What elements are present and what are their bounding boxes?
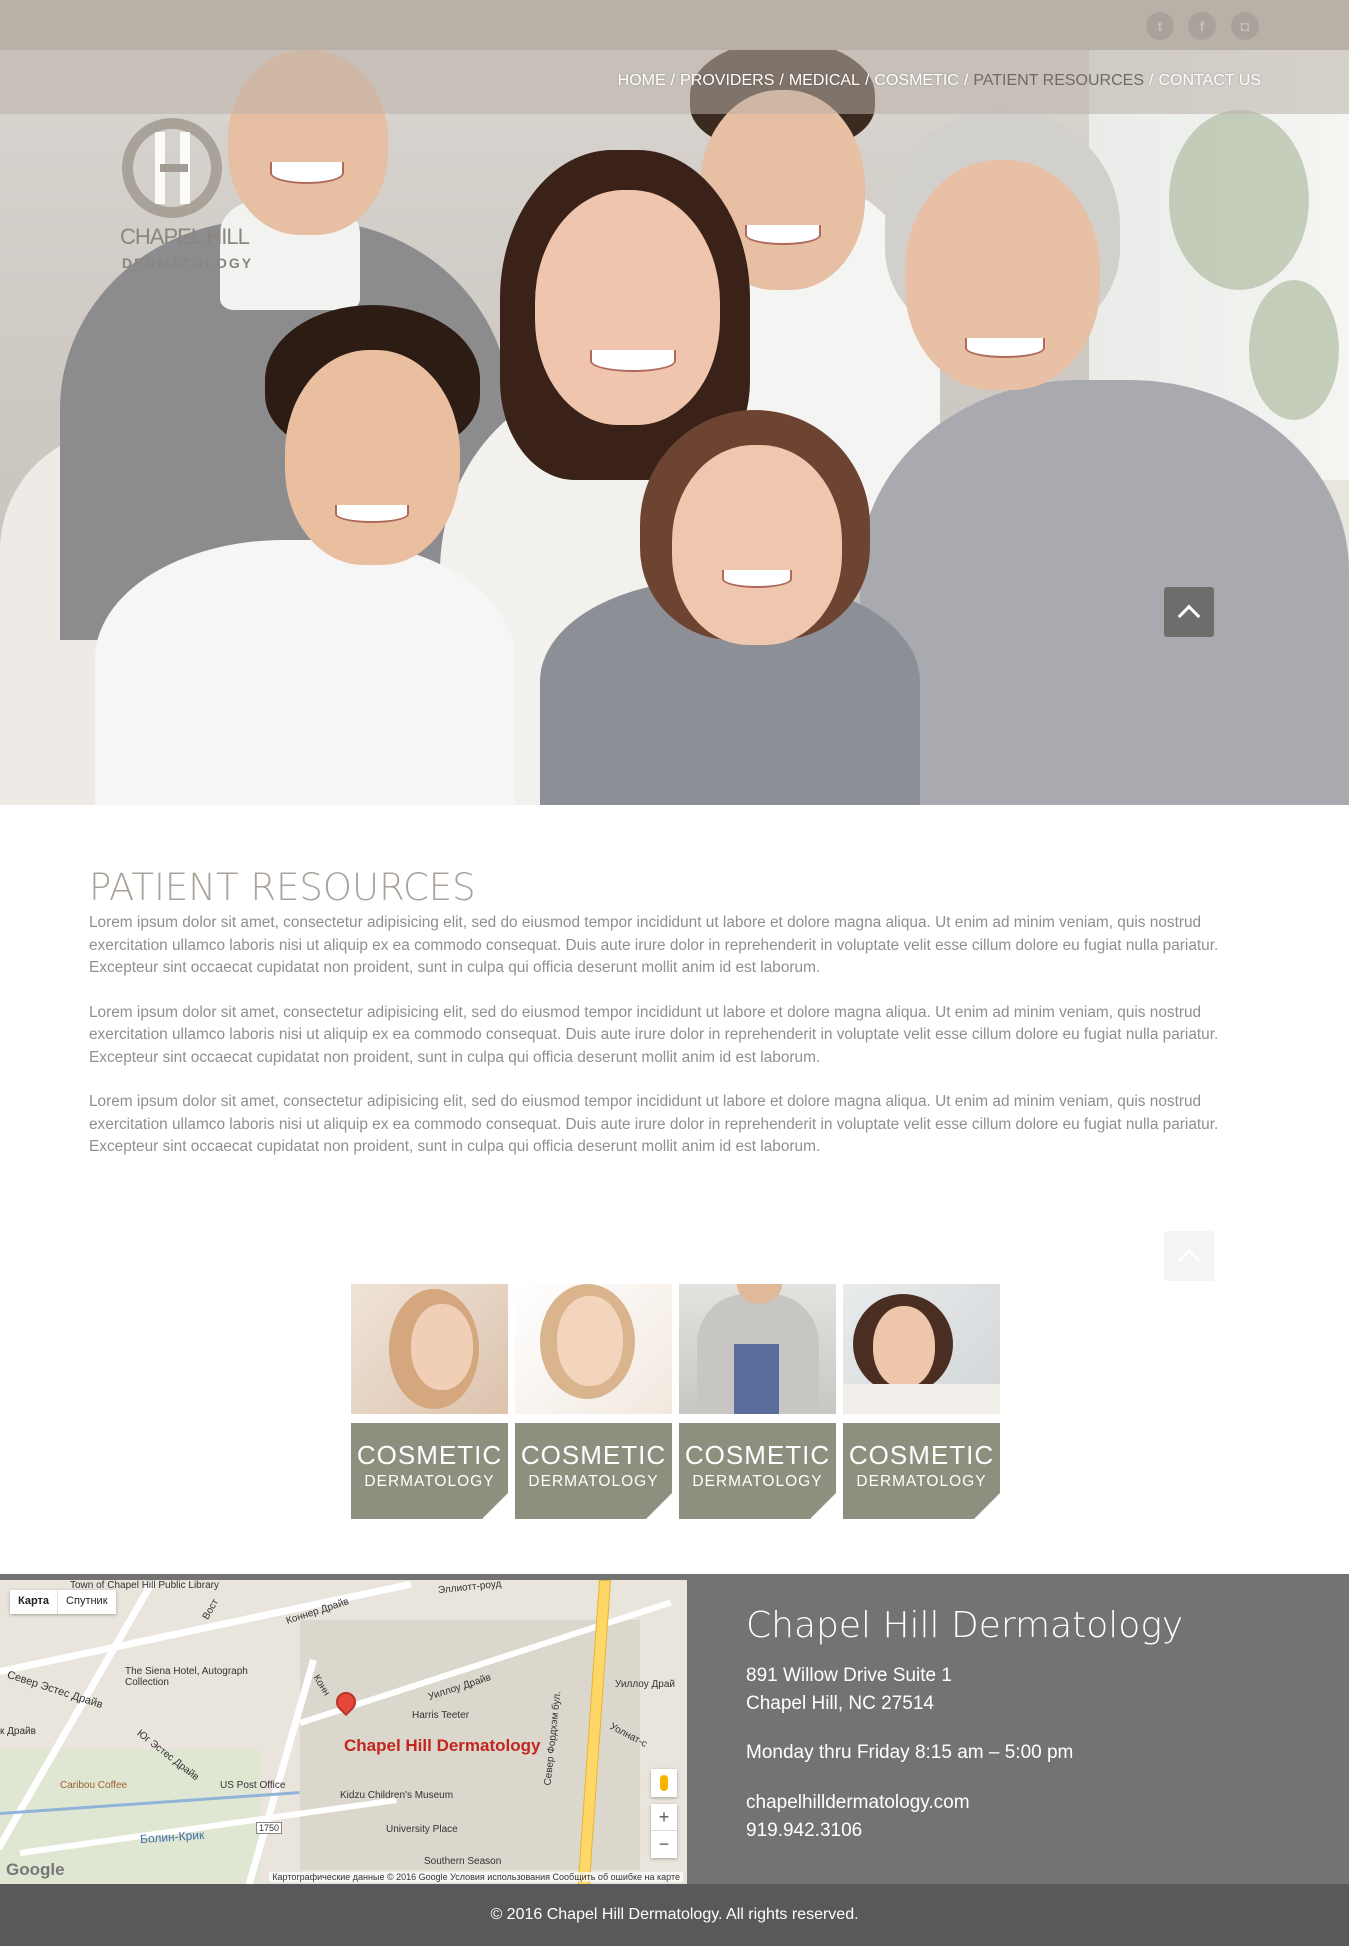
copyright-bar: © 2016 Chapel Hill Dermatology. All righ… bbox=[0, 1884, 1349, 1946]
tile-photo bbox=[679, 1284, 836, 1414]
contact-heading: Chapel Hill Dermatology bbox=[746, 1605, 1184, 1646]
map-label: Уиллоу Драй bbox=[615, 1679, 675, 1690]
tile-title: COSMETIC bbox=[684, 1440, 831, 1470]
twitter-icon[interactable]: t bbox=[1146, 12, 1174, 40]
nav-contact-us[interactable]: CONTACT US bbox=[1158, 72, 1261, 89]
nav-providers[interactable]: PROVIDERS bbox=[680, 72, 774, 89]
map-type-satellite-button[interactable]: Спутник bbox=[57, 1590, 115, 1614]
map-attribution[interactable]: Картографические данные © 2016 Google Ус… bbox=[269, 1872, 683, 1882]
service-tile[interactable]: COSMETIC DERMATOLOGY bbox=[515, 1284, 672, 1519]
address-line-1: 891 Willow Drive Suite 1 bbox=[746, 1665, 952, 1686]
body-paragraph: Lorem ipsum dolor sit amet, consectetur … bbox=[89, 1093, 1219, 1155]
map-label: Kidzu Children's Museum bbox=[340, 1790, 454, 1801]
tile-subtitle: DERMATOLOGY bbox=[364, 1473, 495, 1490]
map-type-map-button[interactable]: Карта bbox=[10, 1590, 57, 1614]
tile-subtitle: DERMATOLOGY bbox=[856, 1473, 987, 1490]
map-type-toggle: Карта Спутник bbox=[10, 1590, 116, 1614]
office-hours: Monday thru Friday 8:15 am – 5:00 pm bbox=[746, 1742, 1074, 1763]
map-label: 1750 bbox=[256, 1822, 283, 1834]
scroll-top-button[interactable] bbox=[1164, 587, 1214, 637]
page-title: PATIENT RESOURCES bbox=[89, 866, 476, 909]
map-label: Эллиотт-роуд bbox=[437, 1580, 502, 1597]
instagram-icon[interactable]: ◘ bbox=[1231, 12, 1259, 40]
nav-separator: / bbox=[864, 72, 870, 89]
nav-patient-resources[interactable]: PATIENT RESOURCES bbox=[973, 72, 1144, 89]
contact-info: Chapel Hill Dermatology 891 Willow Drive… bbox=[746, 1600, 1183, 1845]
street-view-icon[interactable] bbox=[651, 1769, 677, 1797]
map-label: US Post Office bbox=[220, 1780, 286, 1791]
service-tile[interactable]: COSMETIC DERMATOLOGY bbox=[679, 1284, 836, 1519]
tile-title: COSMETIC bbox=[356, 1440, 503, 1470]
facebook-icon[interactable]: f bbox=[1188, 12, 1216, 40]
nav-home[interactable]: HOME bbox=[618, 72, 666, 89]
tile-photo bbox=[351, 1284, 508, 1414]
map-marker-label: Chapel Hill Dermatology bbox=[344, 1736, 541, 1755]
map-label: Harris Teeter bbox=[412, 1710, 470, 1721]
zoom-in-button[interactable]: + bbox=[651, 1804, 677, 1830]
nav-separator: / bbox=[779, 72, 784, 89]
map-label: The Siena Hotel, Autograph Collection bbox=[125, 1666, 248, 1688]
address-line-2: Chapel Hill, NC 27514 bbox=[746, 1693, 934, 1714]
body-paragraph: Lorem ipsum dolor sit amet, consectetur … bbox=[89, 914, 1219, 976]
tile-photo bbox=[843, 1284, 1000, 1414]
google-logo: Google bbox=[6, 1860, 65, 1879]
logo-line-2: DERMATOLOGY bbox=[122, 255, 254, 271]
nav-separator: / bbox=[963, 72, 969, 89]
tile-photo bbox=[515, 1284, 672, 1414]
tile-subtitle: DERMATOLOGY bbox=[528, 1473, 659, 1490]
map-label: к Драйв bbox=[0, 1726, 36, 1737]
map-label: Southern Season bbox=[424, 1856, 502, 1867]
tile-subtitle: DERMATOLOGY bbox=[692, 1473, 823, 1490]
body-paragraph: Lorem ipsum dolor sit amet, consectetur … bbox=[89, 1003, 1219, 1066]
website-link[interactable]: chapelhilldermatology.com bbox=[746, 1789, 1183, 1817]
nav-separator: / bbox=[670, 72, 676, 89]
scroll-top-button[interactable] bbox=[1164, 1231, 1214, 1281]
service-tile[interactable]: COSMETIC DERMATOLOGY bbox=[843, 1284, 1000, 1519]
map-label: University Place bbox=[386, 1824, 458, 1835]
nav-medical[interactable]: MEDICAL bbox=[789, 72, 860, 89]
copyright-text: © 2016 Chapel Hill Dermatology. All righ… bbox=[490, 1906, 859, 1923]
service-tile[interactable]: COSMETIC DERMATOLOGY bbox=[351, 1284, 508, 1519]
location-map[interactable]: Town of Chapel Hill Public Library Эллио… bbox=[0, 1580, 687, 1884]
map-label: Caribou Coffee bbox=[60, 1780, 128, 1791]
main-nav: HOME / PROVIDERS / MEDICAL / COSMETIC / PATIENT … bbox=[618, 72, 1261, 90]
nav-separator: / bbox=[1149, 72, 1154, 89]
zoom-out-button[interactable]: − bbox=[651, 1830, 677, 1857]
phone-number[interactable]: 919.942.3106 bbox=[746, 1817, 1183, 1845]
logo-line-1: CHAPEL HILL bbox=[120, 224, 250, 249]
main-content: PATIENT RESOURCES Lorem ipsum dolor sit … bbox=[89, 864, 1259, 1181]
nav-cosmetic[interactable]: COSMETIC bbox=[874, 72, 958, 89]
tile-title: COSMETIC bbox=[520, 1440, 667, 1470]
map-label: Вост bbox=[200, 1597, 222, 1622]
tile-title: COSMETIC bbox=[848, 1440, 995, 1470]
top-bar: t f ◘ bbox=[0, 0, 1349, 50]
navbar: HOME / PROVIDERS / MEDICAL / COSMETIC / PATIENT … bbox=[0, 50, 1349, 114]
map-zoom-control: + − bbox=[651, 1804, 677, 1858]
site-logo[interactable]: CHAPEL HILL DERMATOLOGY bbox=[120, 118, 251, 280]
